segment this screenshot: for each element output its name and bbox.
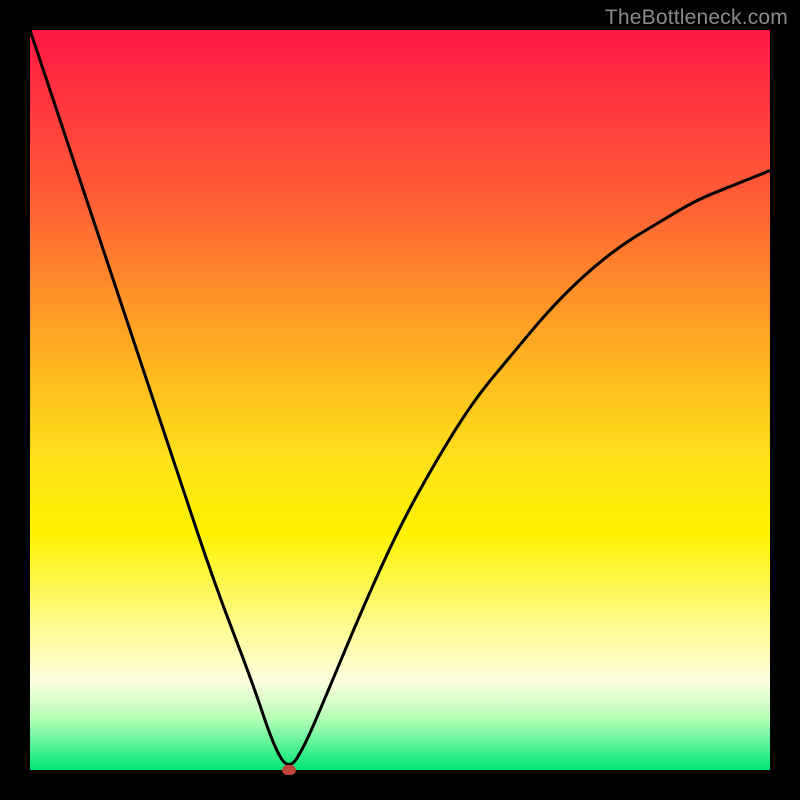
watermark-text: TheBottleneck.com (605, 6, 788, 30)
optimal-point-marker (282, 765, 296, 775)
curve-svg (30, 30, 770, 770)
chart-frame: TheBottleneck.com (0, 0, 800, 800)
bottleneck-curve-path (30, 30, 770, 764)
plot-area (30, 30, 770, 770)
